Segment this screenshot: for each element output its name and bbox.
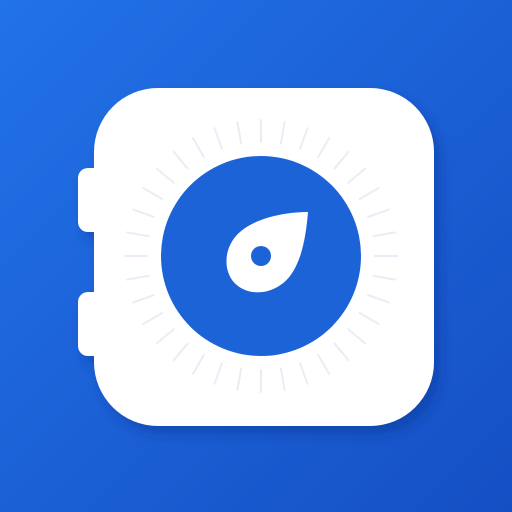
app-icon xyxy=(0,0,512,512)
knob-center-dot xyxy=(251,246,271,266)
safe-vault-icon xyxy=(0,0,512,512)
